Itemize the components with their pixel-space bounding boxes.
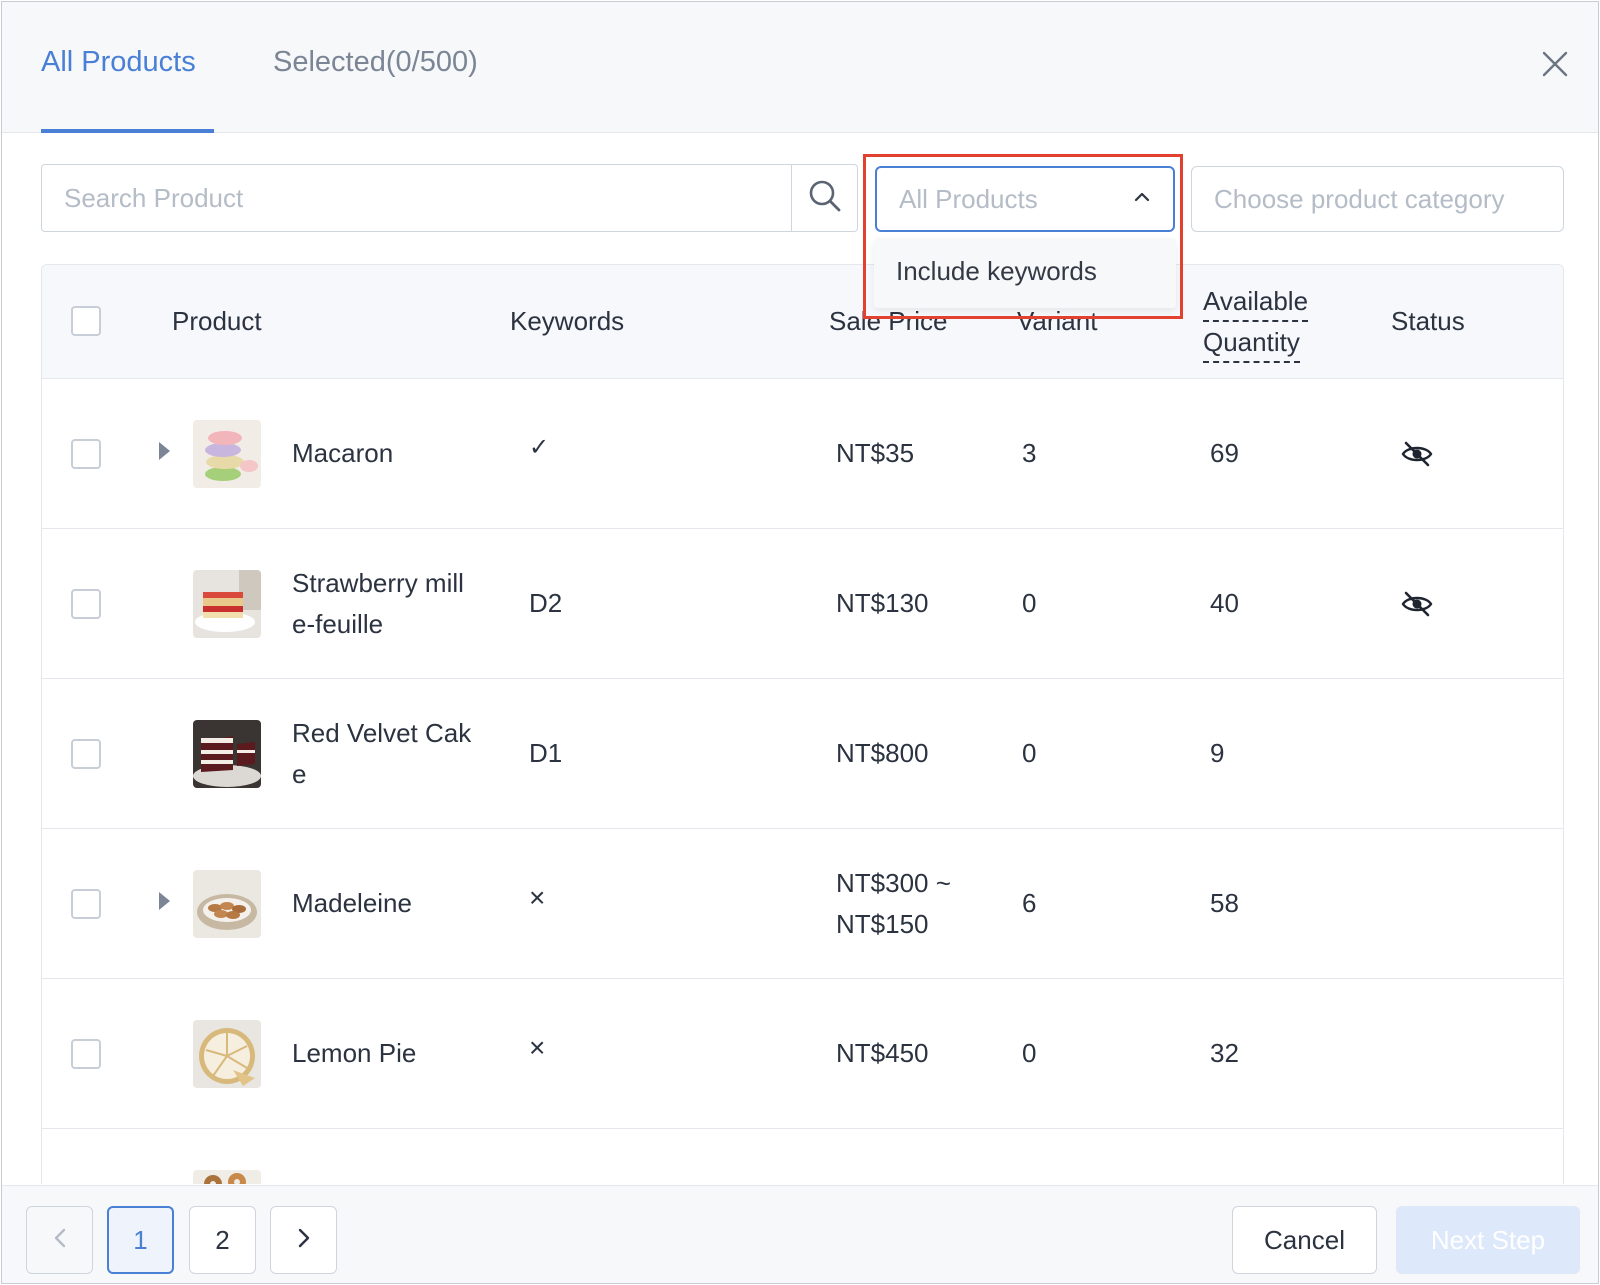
category-placeholder: Choose product category [1214, 184, 1505, 214]
product-thumbnail [193, 420, 261, 488]
product-thumbnail [193, 1170, 261, 1184]
search-box [41, 164, 858, 232]
keyword-filter-select[interactable]: All Products [875, 166, 1175, 232]
active-tab-indicator [41, 129, 214, 133]
next-step-button[interactable]: Next Step [1396, 1206, 1580, 1274]
product-name: Strawberry mill e-feuille [292, 568, 464, 639]
filter-dropdown-menu: Include keywords [874, 238, 1176, 308]
product-name: Red Velvet Cak e [292, 718, 472, 789]
search-icon [807, 178, 843, 219]
search-input[interactable] [42, 165, 792, 231]
sale-price: NT$800 [836, 738, 929, 768]
header-keywords: Keywords [510, 306, 625, 336]
modal-header: All Products Selected(0/500) [2, 2, 1598, 133]
eye-off-icon[interactable] [1400, 439, 1434, 469]
variant-count: 6 [1022, 888, 1037, 918]
available-quantity: 69 [1210, 438, 1239, 468]
keywords-cross-icon: × [529, 1032, 546, 1063]
category-select[interactable]: Choose product category [1191, 166, 1564, 232]
product-thumbnail [193, 720, 261, 788]
row-checkbox[interactable] [71, 1039, 101, 1069]
sale-price: NT$130 [836, 588, 929, 618]
header-quantity: Quantity [1203, 323, 1300, 363]
select-all-checkbox[interactable] [71, 306, 101, 336]
pagination-prev-button[interactable] [26, 1206, 93, 1274]
available-quantity: 9 [1210, 738, 1225, 768]
cancel-button[interactable]: Cancel [1232, 1206, 1377, 1274]
eye-off-icon[interactable] [1400, 589, 1434, 619]
sale-price: NT$450 [836, 1038, 929, 1068]
product-name: Madeleine [292, 888, 412, 918]
variant-count: 0 [1022, 738, 1037, 768]
header-status: Status [1391, 306, 1465, 336]
tab-selected[interactable]: Selected(0/500) [273, 42, 478, 82]
chevron-up-icon [1133, 190, 1151, 209]
close-icon[interactable] [1540, 49, 1570, 79]
available-quantity: 58 [1210, 888, 1239, 918]
row-checkbox[interactable] [71, 589, 101, 619]
table-row[interactable] [42, 1129, 1563, 1184]
variant-count: 0 [1022, 1038, 1037, 1068]
variant-count: 0 [1022, 588, 1037, 618]
keywords-check-icon: ✓ [529, 434, 550, 461]
keywords-value: D2 [529, 588, 563, 618]
product-thumbnail [193, 870, 261, 938]
sale-price: NT$35 [836, 438, 915, 468]
table-row[interactable]: Madeleine × NT$300 ~ NT$150 6 58 [42, 829, 1563, 979]
table-row[interactable]: Lemon Pie × NT$450 0 32 [42, 979, 1563, 1129]
expand-arrow-icon[interactable] [159, 892, 170, 910]
header-available-quantity: Available Quantity [1203, 281, 1309, 363]
table-row[interactable]: Red Velvet Cak e D1 NT$800 0 9 [42, 679, 1563, 829]
header-available: Available [1203, 282, 1309, 322]
keywords-cross-icon: × [529, 882, 546, 913]
product-name: Macaron [292, 438, 394, 468]
product-thumbnail [193, 570, 261, 638]
search-button[interactable] [791, 165, 857, 231]
product-thumbnail [193, 1020, 261, 1088]
dropdown-option-include-keywords[interactable]: Include keywords [896, 256, 1097, 287]
sale-price: NT$300 ~ NT$150 [836, 868, 951, 939]
pagination-next-button[interactable] [270, 1206, 337, 1274]
keywords-value: D1 [529, 738, 563, 768]
row-checkbox[interactable] [71, 439, 101, 469]
row-checkbox[interactable] [71, 739, 101, 769]
variant-count: 3 [1022, 438, 1037, 468]
select-products-modal: All Products Selected(0/500) All Product… [1, 1, 1599, 1284]
chevron-left-icon [53, 1225, 67, 1256]
table-row[interactable]: Macaron ✓ NT$35 3 69 [42, 379, 1563, 529]
tab-all-products[interactable]: All Products [41, 42, 196, 82]
available-quantity: 32 [1210, 1038, 1239, 1068]
pagination-page-1[interactable]: 1 [107, 1206, 174, 1274]
pagination-page-2[interactable]: 2 [189, 1206, 256, 1274]
available-quantity: 40 [1210, 588, 1239, 618]
row-checkbox[interactable] [71, 889, 101, 919]
table-row[interactable]: Strawberry mill e-feuille D2 NT$130 0 40 [42, 529, 1563, 679]
header-product: Product [172, 306, 262, 336]
filter-select-value: All Products [899, 184, 1038, 214]
chevron-right-icon [297, 1225, 311, 1256]
table-header: Product Keywords Sale Price Variant Avai… [42, 265, 1563, 379]
modal-footer: 1 2 Cancel Next Step [2, 1185, 1598, 1283]
products-table: Product Keywords Sale Price Variant Avai… [41, 264, 1564, 1184]
product-name: Lemon Pie [292, 1038, 417, 1068]
expand-arrow-icon[interactable] [159, 442, 170, 460]
